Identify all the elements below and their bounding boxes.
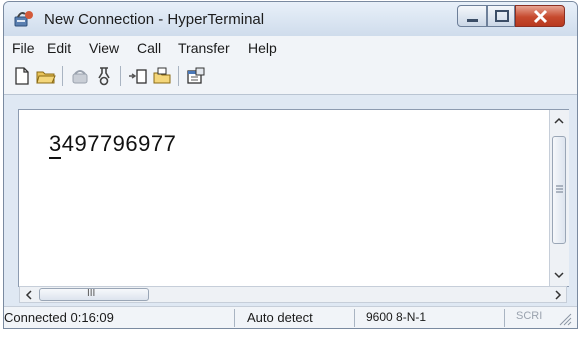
- close-icon: [533, 9, 548, 24]
- close-button[interactable]: [515, 5, 565, 27]
- minimize-icon: [467, 19, 478, 22]
- grip-icon: [556, 185, 563, 193]
- app-window: New Connection - HyperTerminal File Edit…: [3, 1, 578, 329]
- maximize-icon: [495, 10, 509, 22]
- menu-transfer[interactable]: Transfer: [178, 40, 230, 56]
- vertical-scrollbar[interactable]: [549, 110, 569, 286]
- status-separator: [234, 309, 235, 327]
- maximize-button[interactable]: [487, 5, 515, 27]
- status-separator: [354, 309, 355, 327]
- properties-icon[interactable]: [186, 66, 206, 86]
- send-file-icon[interactable]: [128, 66, 148, 86]
- window-title: New Connection - HyperTerminal: [44, 11, 265, 28]
- toolbar-separator: [178, 66, 179, 86]
- scroll-down-icon[interactable]: [554, 271, 564, 279]
- new-document-icon[interactable]: [12, 66, 32, 86]
- status-connection: Connected 0:16:09: [4, 310, 114, 325]
- menu-help[interactable]: Help: [248, 40, 277, 56]
- call-icon[interactable]: [70, 66, 90, 86]
- open-folder-icon[interactable]: [36, 66, 56, 86]
- scroll-up-icon[interactable]: [554, 117, 564, 125]
- terminal-output[interactable]: 3497796977: [49, 131, 176, 157]
- disconnect-icon[interactable]: [94, 66, 114, 86]
- status-settings: 9600 8-N-1: [366, 310, 427, 324]
- horizontal-scroll-thumb[interactable]: III: [39, 288, 149, 301]
- status-detect: Auto detect: [247, 310, 313, 325]
- toolbar: [4, 60, 577, 95]
- title-bar[interactable]: New Connection - HyperTerminal: [4, 2, 577, 36]
- text-cursor: [49, 157, 61, 159]
- toolbar-separator: [120, 66, 121, 86]
- scroll-right-icon[interactable]: [554, 290, 562, 300]
- toolbar-separator: [62, 66, 63, 86]
- scroll-thumb-grip: III: [87, 288, 96, 299]
- receive-file-icon[interactable]: [152, 66, 172, 86]
- terminal-area[interactable]: 3497796977: [18, 109, 569, 287]
- menu-edit[interactable]: Edit: [47, 40, 71, 56]
- menu-bar: File Edit View Call Transfer Help: [4, 36, 577, 60]
- horizontal-scrollbar[interactable]: III: [19, 286, 567, 303]
- scroll-left-icon[interactable]: [25, 290, 33, 300]
- hyperterminal-phone-icon[interactable]: [14, 10, 34, 28]
- status-separator: [504, 309, 505, 327]
- menu-file[interactable]: File: [12, 40, 35, 56]
- vertical-scroll-thumb[interactable]: [552, 136, 566, 244]
- resize-grip-icon[interactable]: [556, 312, 572, 326]
- status-scroll: SCRI: [516, 310, 543, 322]
- menu-view[interactable]: View: [89, 40, 119, 56]
- minimize-button[interactable]: [457, 5, 487, 27]
- status-bar: Connected 0:16:09 Auto detect 9600 8-N-1…: [4, 306, 577, 328]
- menu-call[interactable]: Call: [137, 40, 161, 56]
